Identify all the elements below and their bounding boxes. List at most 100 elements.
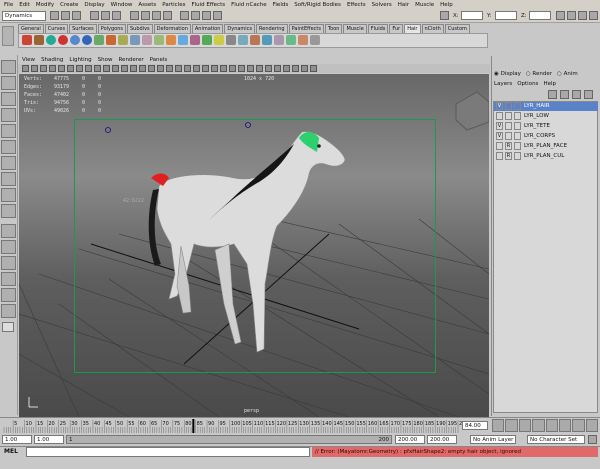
- new-layer-selected-icon[interactable]: [584, 90, 593, 99]
- panel-tool-27[interactable]: [256, 65, 263, 72]
- display-type-toggle[interactable]: [505, 102, 512, 110]
- shelf-button-5[interactable]: [70, 35, 80, 45]
- panel-menu-lighting[interactable]: Lighting: [69, 57, 91, 63]
- layer-row[interactable]: V LYR_HAIR: [494, 102, 598, 111]
- menu-item-fluid-effects[interactable]: Fluid Effects: [191, 2, 225, 8]
- shelf-button-12[interactable]: [154, 35, 164, 45]
- display-type-toggle[interactable]: [505, 122, 512, 130]
- panel-tool-17[interactable]: [166, 65, 173, 72]
- panel-tool-11[interactable]: [112, 65, 119, 72]
- shelf-tab-rendering[interactable]: Rendering: [256, 24, 288, 33]
- layout-single-icon[interactable]: [1, 224, 16, 238]
- menu-item-effects[interactable]: Effects: [347, 2, 366, 8]
- shelf-button-7[interactable]: [94, 35, 104, 45]
- lasso-tool-icon[interactable]: [1, 76, 16, 90]
- shelf-tab-fluids[interactable]: Fluids: [367, 24, 389, 33]
- rotate-tool-icon[interactable]: [1, 124, 16, 138]
- ipr-render-icon[interactable]: [202, 11, 211, 20]
- shelf-button-2[interactable]: [34, 35, 44, 45]
- menu-item-modify[interactable]: Modify: [36, 2, 54, 8]
- channel-box-icon[interactable]: [578, 11, 587, 20]
- shelf-button-25[interactable]: [310, 35, 320, 45]
- shelf-button-4[interactable]: [58, 35, 68, 45]
- shelf-tab-custom[interactable]: Custom: [444, 24, 470, 33]
- view-cube[interactable]: [455, 91, 489, 131]
- menu-item-assets[interactable]: Assets: [138, 2, 156, 8]
- shelf-button-21[interactable]: [262, 35, 272, 45]
- y-field[interactable]: [495, 11, 517, 20]
- layer-color-swatch[interactable]: [514, 132, 521, 140]
- shelf-tab-animation[interactable]: Animation: [191, 24, 224, 33]
- go-to-start-icon[interactable]: [492, 419, 505, 432]
- animation-preferences-icon[interactable]: [588, 435, 597, 444]
- snap-view-plane-icon[interactable]: [163, 11, 172, 20]
- menu-item-fields[interactable]: Fields: [273, 2, 289, 8]
- shelf-tab-deformation[interactable]: Deformation: [153, 24, 191, 33]
- shelf-tab-curves[interactable]: Curves: [44, 24, 69, 33]
- snap-grid-icon[interactable]: [130, 11, 139, 20]
- visibility-toggle[interactable]: V: [496, 132, 503, 140]
- playback-start-field[interactable]: 1.00: [34, 435, 64, 444]
- panel-tool-14[interactable]: [139, 65, 146, 72]
- snap-curve-icon[interactable]: [141, 11, 150, 20]
- visibility-toggle[interactable]: V: [496, 122, 503, 130]
- panel-tool-18[interactable]: [175, 65, 182, 72]
- tool-settings-icon[interactable]: [567, 11, 576, 20]
- range-slider-bar[interactable]: 1 200: [66, 435, 392, 444]
- panel-tool-7[interactable]: [76, 65, 83, 72]
- panel-tool-21[interactable]: [202, 65, 209, 72]
- shelf-tab-ncloth[interactable]: nCloth: [421, 24, 444, 33]
- scale-tool-icon[interactable]: [1, 140, 16, 154]
- shelf-button-10[interactable]: [130, 35, 140, 45]
- shelf-button-3[interactable]: [46, 35, 56, 45]
- layout-menu-icon[interactable]: [2, 322, 14, 332]
- layer-tab-render[interactable]: ○ Render: [526, 71, 552, 77]
- shelf-tab-muscle[interactable]: Muscle: [343, 24, 367, 33]
- open-scene-icon[interactable]: [61, 11, 70, 20]
- display-type-toggle[interactable]: [505, 112, 512, 120]
- panel-menu-view[interactable]: View: [22, 57, 35, 63]
- panel-tool-5[interactable]: [58, 65, 65, 72]
- z-field[interactable]: [529, 11, 551, 20]
- panel-tool-15[interactable]: [148, 65, 155, 72]
- shelf-tab-painteffects[interactable]: PaintEffects: [288, 24, 324, 33]
- panel-tool-1[interactable]: [22, 65, 29, 72]
- visibility-toggle[interactable]: [496, 152, 503, 160]
- panel-tool-10[interactable]: [103, 65, 110, 72]
- layout-outliner-icon[interactable]: [1, 272, 16, 286]
- paint-select-tool-icon[interactable]: [1, 92, 16, 106]
- panel-menu-show[interactable]: Show: [98, 57, 113, 63]
- menu-item-file[interactable]: File: [4, 2, 13, 8]
- menu-item-help[interactable]: Help: [440, 2, 453, 8]
- layer-color-swatch[interactable]: [514, 102, 521, 110]
- go-to-end-icon[interactable]: [585, 419, 598, 432]
- layer-tab-display[interactable]: ◉ Display: [494, 71, 521, 77]
- shelf-tab-hair[interactable]: Hair: [404, 24, 421, 33]
- shelf-button-1[interactable]: [22, 35, 32, 45]
- layer-row[interactable]: V LYR_CORPS: [494, 132, 598, 141]
- menu-item-fluid-ncache[interactable]: Fluid nCache: [231, 2, 267, 8]
- shelf-tab-surfaces[interactable]: Surfaces: [69, 24, 97, 33]
- shelf-button-8[interactable]: [106, 35, 116, 45]
- shelf-button-9[interactable]: [118, 35, 128, 45]
- construction-history-icon[interactable]: [180, 11, 189, 20]
- panel-tool-9[interactable]: [94, 65, 101, 72]
- layer-menu-options[interactable]: Options: [517, 81, 538, 90]
- command-input[interactable]: [26, 447, 310, 457]
- layer-row[interactable]: R LYR_PLAN_FACE: [494, 142, 598, 151]
- layout-two-icon[interactable]: [1, 256, 16, 270]
- shelf-button-6[interactable]: [82, 35, 92, 45]
- select-tool-icon[interactable]: [1, 60, 16, 74]
- animation-start-field[interactable]: 1.00: [2, 435, 32, 444]
- panel-tool-22[interactable]: [211, 65, 218, 72]
- panel-tool-23[interactable]: [220, 65, 227, 72]
- new-layer-icon[interactable]: [572, 90, 581, 99]
- new-scene-icon[interactable]: [50, 11, 59, 20]
- menu-item-muscle[interactable]: Muscle: [415, 2, 434, 8]
- current-frame-field[interactable]: 84.00: [462, 421, 488, 430]
- menu-item-display[interactable]: Display: [84, 2, 104, 8]
- layer-menu-layers[interactable]: Layers: [494, 81, 512, 90]
- panel-tool-25[interactable]: [238, 65, 245, 72]
- snap-point-icon[interactable]: [152, 11, 161, 20]
- panel-tool-24[interactable]: [229, 65, 236, 72]
